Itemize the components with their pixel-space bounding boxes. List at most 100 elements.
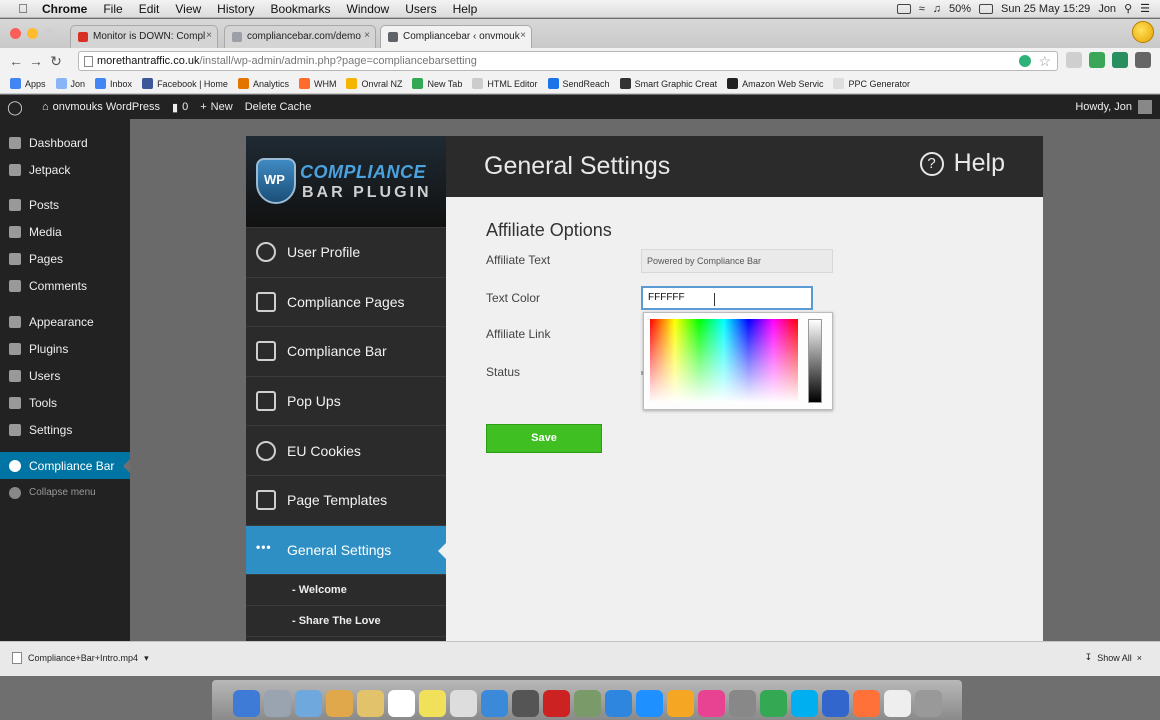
help-link[interactable]: ? Help [919,149,1005,178]
bookmark-ppc[interactable]: PPC Generator [833,78,910,89]
wp-menu-appearance[interactable]: Appearance [0,308,130,335]
bookmark-onvral[interactable]: Onvral NZ [346,78,402,89]
plugin-nav-compliance-pages[interactable]: Compliance Pages [246,278,446,328]
bookmark-jon[interactable]: Jon [55,78,85,89]
battery-percent[interactable]: 50% [949,3,971,15]
affiliate-text-input[interactable]: Powered by Compliance Bar [641,249,833,273]
close-window-icon[interactable] [10,28,21,39]
extension-grey-icon[interactable] [1066,52,1082,68]
close-tab-icon[interactable]: × [364,30,370,41]
menu-bookmarks[interactable]: Bookmarks [263,2,339,16]
wp-menu-jetpack[interactable]: Jetpack [0,156,130,183]
admin-bar-comments[interactable]: ▮ 0 [172,101,188,114]
volume-icon[interactable]: ♫ [933,3,941,15]
bookmark-whm[interactable]: WHM [298,78,336,89]
dock-app-icon[interactable] [480,690,508,717]
plugin-nav-pop-ups[interactable]: Pop Ups [246,377,446,427]
apple-icon[interactable]:  [12,1,34,16]
plugin-nav-compliance-bar[interactable]: Compliance Bar [246,327,446,377]
bookmark-smart-graphic[interactable]: Smart Graphic Creat [619,78,717,89]
tab-compliancebar-settings[interactable]: Compliancebar ‹ onvmouk × [380,25,532,49]
wp-menu-settings[interactable]: Settings [0,416,130,443]
dock-app-icon[interactable] [232,690,260,717]
wp-menu-tools[interactable]: Tools [0,389,130,416]
bookmark-star-icon[interactable]: ☆ [1038,53,1051,70]
extension-green-icon[interactable] [1089,52,1105,68]
wordpress-logo-icon[interactable]: ◯ [0,99,30,116]
dock-app-icon[interactable] [294,690,322,717]
dock-app-icon[interactable] [387,690,415,717]
dock-app-icon[interactable] [263,690,291,717]
close-tab-icon[interactable]: × [520,30,526,41]
tab-compliancebar-demo[interactable]: compliancebar.com/demo × [224,25,376,48]
wp-menu-pages[interactable]: Pages [0,245,130,272]
plugin-subnav-welcome[interactable]: - Welcome [246,575,446,607]
dock-app-icon[interactable] [542,690,570,717]
admin-bar-site[interactable]: ⌂ onvmouks WordPress [42,101,160,113]
reload-icon[interactable]: ↻ [46,53,66,70]
spotlight-icon[interactable]: ⚲ [1124,2,1132,15]
dock-app-icon[interactable] [325,690,353,717]
admin-bar-account[interactable]: Howdy, Jon [1075,100,1160,114]
camera-icon[interactable] [896,3,911,14]
forward-icon[interactable]: → [26,53,46,69]
dock-app-icon[interactable] [759,690,787,717]
clock[interactable]: Sun 25 May 15:29 [1001,3,1090,15]
bookmark-facebook[interactable]: Facebook | Home [142,78,228,89]
admin-bar-delete-cache[interactable]: Delete Cache [245,101,312,113]
menu-app-chrome[interactable]: Chrome [34,2,95,16]
save-button[interactable]: Save [486,424,602,453]
dock-app-icon[interactable] [356,690,384,717]
wifi-icon[interactable]: ≈ [919,3,925,15]
bookmark-new-tab[interactable]: New Tab [412,78,462,89]
back-icon[interactable]: ← [6,53,26,69]
download-item[interactable]: Compliance+Bar+Intro.mp4 ▾ [12,652,149,664]
dock-app-icon[interactable] [511,690,539,717]
menu-window[interactable]: Window [339,2,398,16]
dock-app-icon[interactable] [821,690,849,717]
close-icon[interactable]: × [1137,653,1142,663]
wp-menu-collapse[interactable]: Collapse menu [0,479,130,506]
bookmark-sendreach[interactable]: SendReach [547,78,610,89]
minimize-window-icon[interactable] [27,28,38,39]
dock-app-icon[interactable] [666,690,694,717]
wp-menu-posts[interactable]: Posts [0,191,130,218]
wp-menu-media[interactable]: Media [0,218,130,245]
show-all-downloads[interactable]: ↧ Show All × [1085,652,1142,663]
close-tab-icon[interactable]: × [206,30,212,41]
bookmark-inbox[interactable]: Inbox [95,78,132,89]
dock-app-icon[interactable] [790,690,818,717]
bookmark-analytics[interactable]: Analytics [237,78,289,89]
bookmark-apps[interactable]: Apps [10,78,46,89]
dock-app-icon[interactable] [883,690,911,717]
wp-menu-dashboard[interactable]: Dashboard [0,129,130,156]
address-bar[interactable]: morethantraffic.co.uk/install/wp-admin/a… [78,51,1058,71]
dock-app-icon[interactable] [697,690,725,717]
user-name[interactable]: Jon [1098,3,1116,15]
dock-app-icon[interactable] [635,690,663,717]
menu-history[interactable]: History [209,2,262,16]
dock-app-icon[interactable] [728,690,756,717]
luminance-slider[interactable] [808,319,822,403]
profile-avatar-icon[interactable] [1132,21,1154,43]
menu-users[interactable]: Users [397,2,444,16]
text-color-input[interactable]: FFFFFF [641,286,813,310]
dock-app-icon[interactable] [573,690,601,717]
wp-menu-compliance-bar[interactable]: Compliance Bar [0,452,130,479]
tab-monitor[interactable]: Monitor is DOWN: Compl × [70,25,218,48]
admin-bar-new[interactable]: + New [200,101,232,113]
plugin-nav-eu-cookies[interactable]: EU Cookies [246,426,446,476]
plugin-subnav-share-the-love[interactable]: - Share The Love [246,606,446,638]
wp-menu-plugins[interactable]: Plugins [0,335,130,362]
bookmark-html-editor[interactable]: HTML Editor [472,78,538,89]
plugin-nav-general-settings[interactable]: ••• General Settings [246,525,446,576]
plugin-nav-user-profile[interactable]: User Profile [246,228,446,278]
dock-app-icon[interactable] [449,690,477,717]
dock-app-icon[interactable] [914,690,942,717]
wp-menu-users[interactable]: Users [0,362,130,389]
zoom-window-icon[interactable] [44,28,55,39]
dock-app-icon[interactable] [418,690,446,717]
notification-list-icon[interactable]: ☰ [1140,2,1150,15]
menu-help[interactable]: Help [445,2,486,16]
menu-view[interactable]: View [167,2,209,16]
